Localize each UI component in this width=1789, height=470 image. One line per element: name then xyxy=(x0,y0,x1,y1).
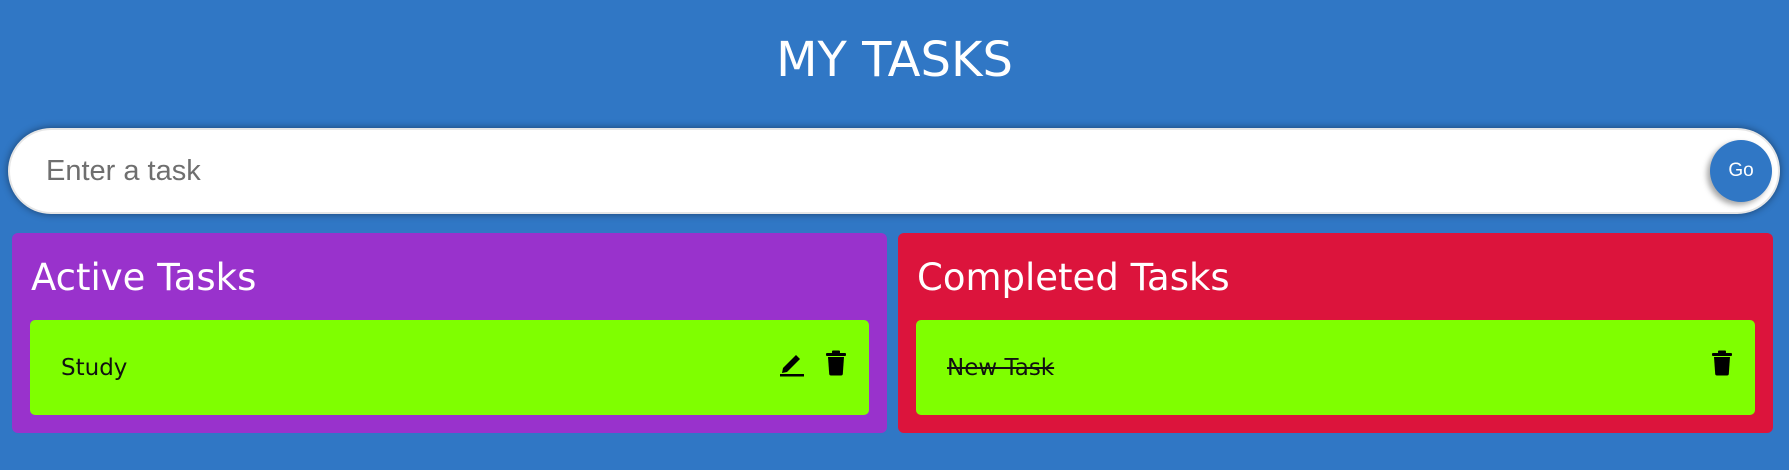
completed-task-label: New Task xyxy=(947,355,1055,381)
completed-task-item: New Task xyxy=(916,320,1755,415)
active-tasks-title: Active Tasks xyxy=(31,256,257,299)
active-tasks-panel: Active Tasks Study xyxy=(12,233,887,433)
page-title: MY TASKS xyxy=(776,32,1013,88)
task-input[interactable] xyxy=(44,140,1648,202)
active-task-label: Study xyxy=(61,355,128,381)
task-input-bar: Go xyxy=(10,130,1778,212)
go-button[interactable]: Go xyxy=(1710,140,1772,202)
completed-tasks-title: Completed Tasks xyxy=(917,256,1230,299)
active-task-item: Study xyxy=(30,320,869,415)
trash-icon[interactable] xyxy=(1708,348,1736,378)
trash-icon[interactable] xyxy=(822,348,850,378)
pencil-edit-icon[interactable] xyxy=(778,348,806,378)
completed-tasks-panel: Completed Tasks New Task xyxy=(898,233,1773,433)
